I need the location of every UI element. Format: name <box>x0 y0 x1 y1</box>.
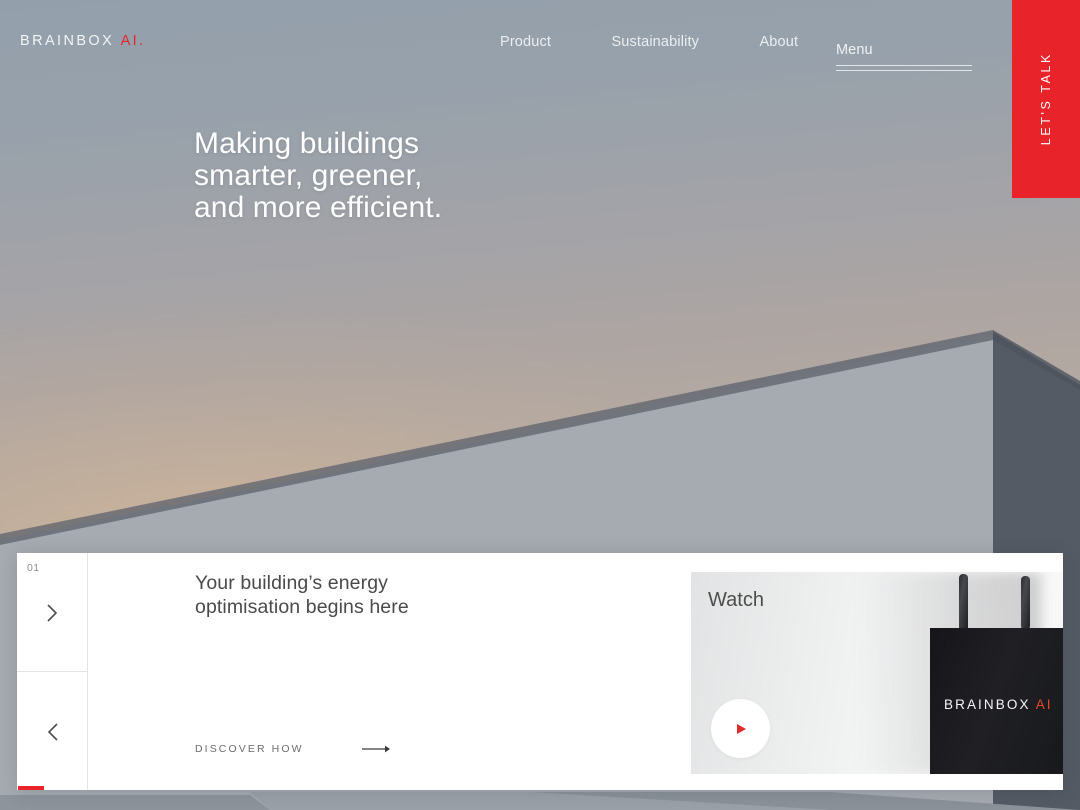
watch-video-panel[interactable]: BRAINBOX AI Watch <box>691 572 1063 774</box>
device-antenna-1 <box>959 574 968 632</box>
hero-headline-line-3: and more efficient. <box>194 191 443 224</box>
watch-label: Watch <box>708 589 764 611</box>
play-button[interactable] <box>711 699 770 758</box>
rail-divider <box>17 671 88 672</box>
menu-toggle[interactable]: Menu <box>836 42 972 71</box>
hero-headline: Making buildings smarter, greener, and m… <box>194 128 442 224</box>
feature-card-title-line-2: optimisation begins here <box>195 596 409 618</box>
device-brand-logo: BRAINBOX AI <box>944 697 1053 712</box>
brand-logo[interactable]: BRAINBOX AI. <box>20 33 146 49</box>
chevron-right-icon <box>47 604 58 622</box>
brand-logo-suffix: AI. <box>120 33 146 49</box>
chevron-left-icon <box>47 723 58 741</box>
top-navigation-bar: BRAINBOX AI. Product Sustainability Abou… <box>0 0 1080 86</box>
carousel-prev-button[interactable] <box>17 707 88 757</box>
nav-item-about[interactable]: About <box>759 34 798 50</box>
main-nav: Product Sustainability About <box>500 33 798 51</box>
brand-logo-name: BRAINBOX <box>20 33 115 49</box>
nav-item-sustainability[interactable]: Sustainability <box>611 34 699 50</box>
discover-how-label: DISCOVER HOW <box>195 743 304 755</box>
feature-card: 01 Your building’s energy optimisation b… <box>17 553 1063 790</box>
arrow-right-icon <box>361 745 390 753</box>
hero-headline-line-1: Making buildings <box>194 127 420 160</box>
play-icon <box>737 723 746 734</box>
device-brand-name: BRAINBOX <box>944 697 1031 712</box>
feature-card-title-line-1: Your building’s energy <box>195 572 389 594</box>
menu-label: Menu <box>836 42 873 58</box>
nav-item-product[interactable]: Product <box>500 34 551 50</box>
device-antenna-2 <box>1021 576 1030 630</box>
carousel-rail: 01 <box>17 553 88 790</box>
hero-headline-line-2: smarter, greener, <box>194 159 423 192</box>
discover-how-link[interactable]: DISCOVER HOW <box>195 743 390 755</box>
slide-index-label: 01 <box>27 562 40 574</box>
carousel-next-button[interactable] <box>17 588 88 638</box>
feature-card-body: Your building’s energy optimisation begi… <box>88 553 1063 790</box>
lets-talk-label: LET'S TALK <box>1039 52 1053 146</box>
carousel-progress-fill <box>18 786 44 790</box>
lets-talk-button[interactable]: LET'S TALK <box>1012 0 1080 198</box>
landing-page: BRAINBOX AI. Product Sustainability Abou… <box>0 0 1080 810</box>
device-brand-suffix: AI <box>1035 697 1053 712</box>
hamburger-line-2 <box>836 70 972 71</box>
hamburger-line-1 <box>836 65 972 66</box>
